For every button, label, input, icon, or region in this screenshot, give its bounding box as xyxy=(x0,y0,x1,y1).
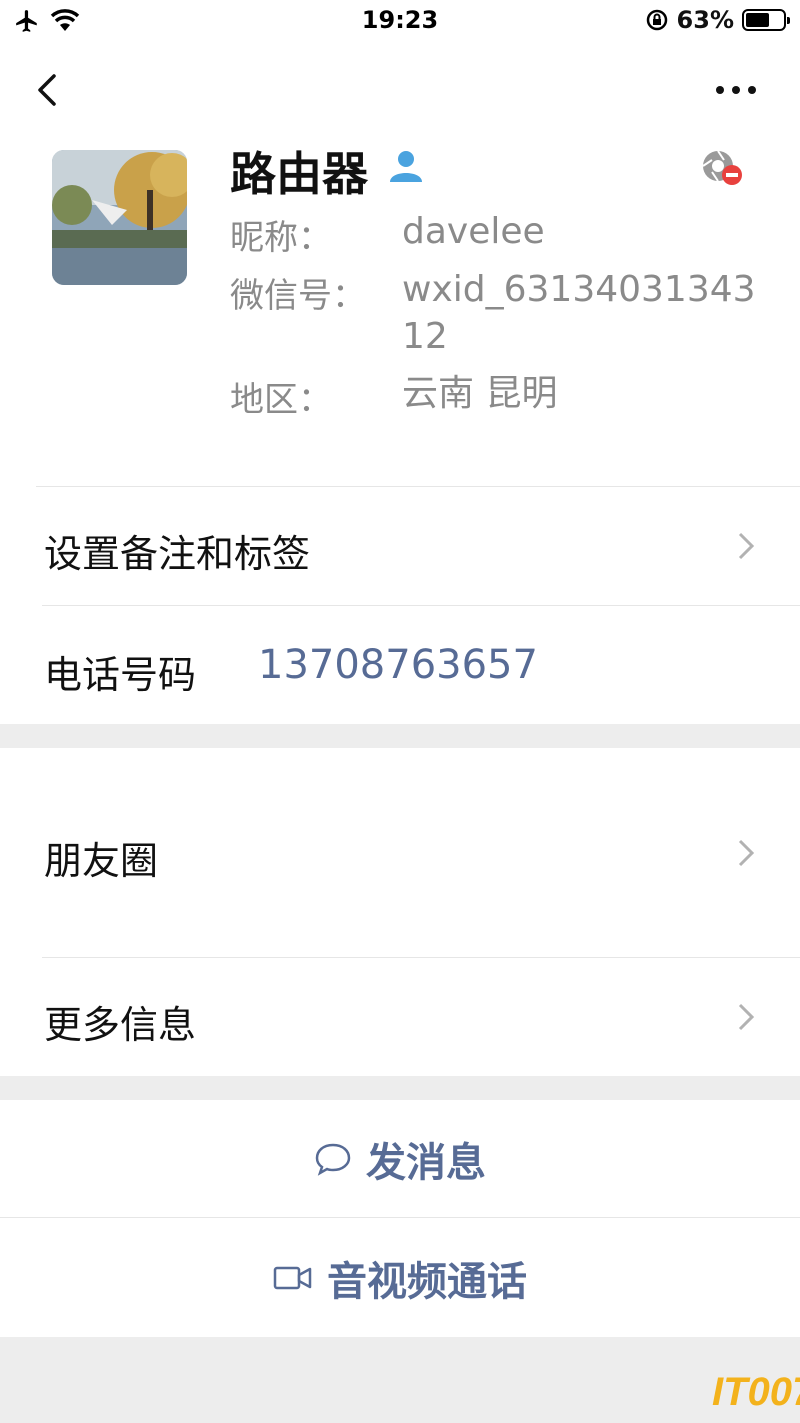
phone-row: 电话号码 13708763657 xyxy=(0,606,800,724)
moments-blocked-icon xyxy=(702,150,742,185)
battery-fill xyxy=(746,13,769,27)
moments-row[interactable]: 朋友圈 xyxy=(0,748,800,957)
chat-bubble-icon xyxy=(315,1143,351,1176)
send-message-button[interactable]: 发消息 xyxy=(0,1100,800,1217)
wechat-id-value-line2: 12 xyxy=(402,316,448,357)
watermark-logo: IT007 xyxy=(712,1370,800,1414)
set-remark-row[interactable]: 设置备注和标签 xyxy=(0,487,800,605)
video-call-button[interactable]: 音视频通话 xyxy=(0,1218,800,1337)
video-camera-icon xyxy=(273,1266,312,1289)
status-right: 63% xyxy=(645,6,790,34)
chevron-right-icon xyxy=(738,532,755,560)
battery-percent: 63% xyxy=(676,6,734,34)
phone-label: 电话号码 xyxy=(44,653,197,697)
set-remark-label: 设置备注和标签 xyxy=(44,532,311,576)
contact-name: 路由器 xyxy=(230,147,368,201)
chevron-right-icon xyxy=(738,1003,755,1031)
more-dots-icon[interactable] xyxy=(716,78,766,102)
rotation-lock-icon xyxy=(646,9,667,31)
video-call-label: 音视频通话 xyxy=(327,1258,527,1305)
more-info-label: 更多信息 xyxy=(44,1003,197,1047)
more-info-row[interactable]: 更多信息 xyxy=(0,958,800,1076)
status-bar: 19:23 63% xyxy=(0,0,800,44)
chevron-right-icon xyxy=(738,839,755,867)
battery-icon xyxy=(742,9,790,31)
region-value: 云南 昆明 xyxy=(402,373,558,414)
wechat-id-label: 微信号： xyxy=(230,276,366,316)
send-message-label: 发消息 xyxy=(366,1139,486,1186)
wechat-id-value-line1: wxid_63134031343 xyxy=(402,269,756,310)
nickname-value: davelee xyxy=(402,211,545,252)
nickname-label: 昵称： xyxy=(230,218,332,258)
moments-label: 朋友圈 xyxy=(44,839,159,883)
chevron-left-icon[interactable] xyxy=(30,70,70,110)
contact-person-icon xyxy=(390,151,422,182)
avatar[interactable] xyxy=(52,150,187,285)
phone-number-link[interactable]: 13708763657 xyxy=(258,642,538,688)
region-label: 地区： xyxy=(230,380,332,420)
